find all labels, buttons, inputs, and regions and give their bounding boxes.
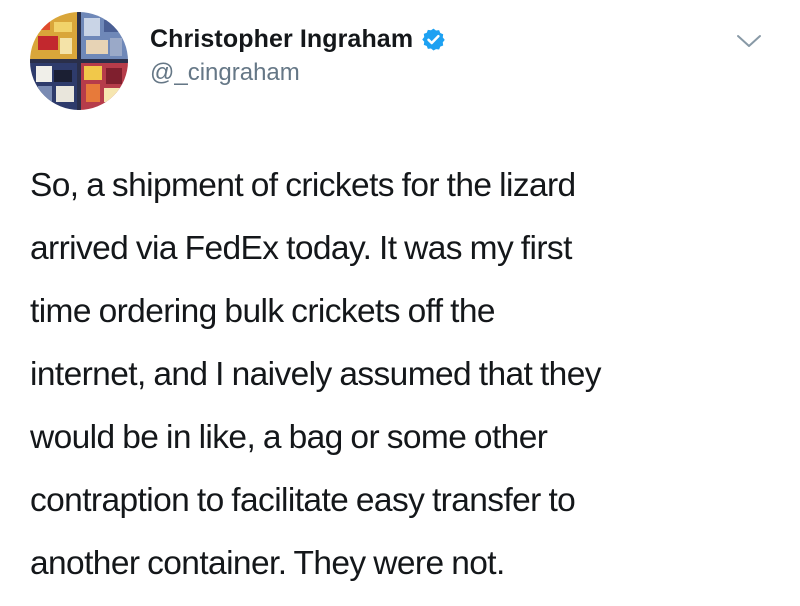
display-name[interactable]: Christopher Ingraham: [150, 25, 413, 54]
author-name-row: Christopher Ingraham: [150, 22, 446, 56]
verified-badge-icon: [421, 27, 446, 52]
author-handle[interactable]: @_cingraham: [150, 59, 300, 87]
tweet: Christopher Ingraham @_cingraham So, a s…: [0, 0, 800, 606]
avatar-image: [30, 12, 128, 110]
tweet-text: So, a shipment of crickets for the lizar…: [30, 167, 602, 582]
avatar[interactable]: [30, 12, 128, 110]
chevron-down-icon[interactable]: [735, 32, 763, 50]
